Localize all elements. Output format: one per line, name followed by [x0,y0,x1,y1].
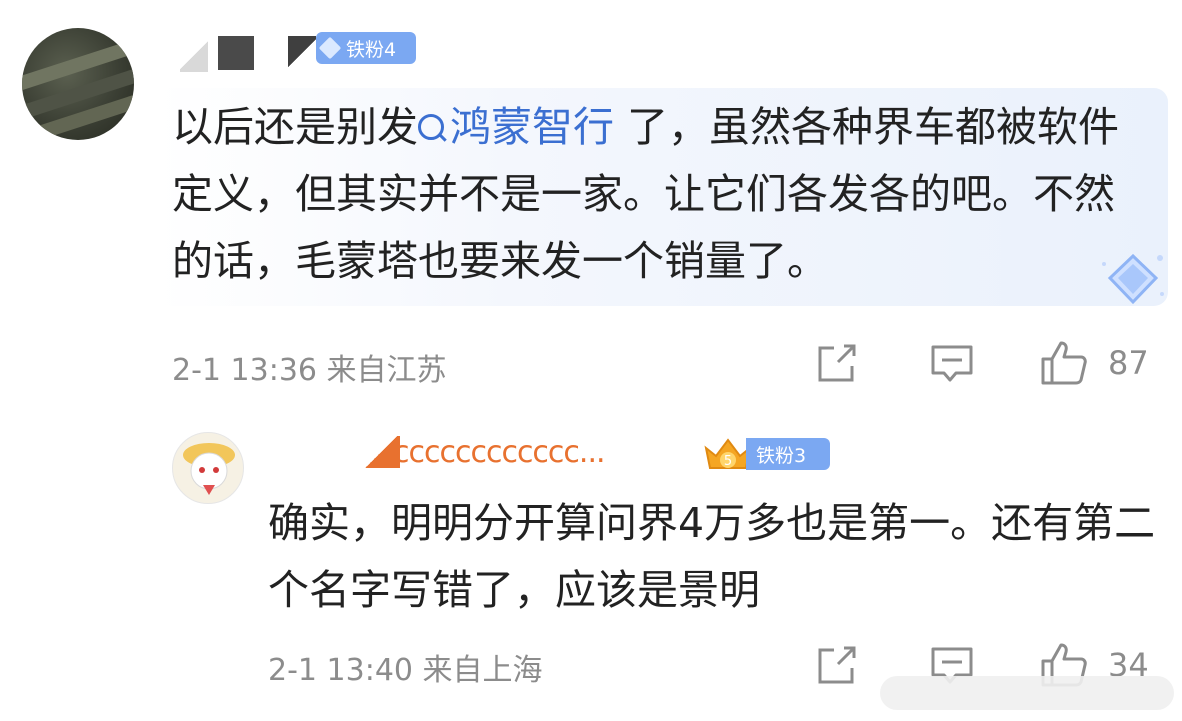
reply-text: 确实，明明分开算问界4万多也是第一。还有第二个名字写错了，应该是景明 [268,499,1156,614]
svg-text:5: 5 [724,454,732,469]
like-icon[interactable] [1040,340,1088,386]
commenter-avatar[interactable] [22,28,134,140]
diamond-decoration-icon [1102,253,1164,305]
username-redacted [218,36,254,70]
comment-icon[interactable] [930,344,974,384]
share-icon[interactable] [816,344,858,384]
username-redacted [288,36,316,70]
fan-badge-label: 铁粉4 [346,38,397,61]
comment-text: 以后还是别发 鸿蒙智行 了，虽然各种界车都被软件定义，但其实并不是一家。让它们各发… [172,103,1120,285]
reply-meta: 2-1 13:40 来自上海 [268,653,543,688]
fan-level-badge[interactable]: 铁粉4 [316,32,416,64]
fan-level-badge[interactable]: 铁粉3 [746,438,830,470]
username-redacted [362,436,400,468]
username-redacted [180,38,208,72]
fan-badge-label: 铁粉3 [756,444,807,467]
watermark-overlay [880,676,1174,710]
search-icon [418,114,444,140]
diamond-icon [318,36,342,60]
comment-meta: 2-1 13:36 来自江苏 [172,353,447,388]
reply-avatar[interactable] [172,432,244,504]
topic-link[interactable]: 鸿蒙智行 [418,103,614,151]
like-count: 87 [1108,344,1149,382]
share-icon[interactable] [816,646,858,686]
